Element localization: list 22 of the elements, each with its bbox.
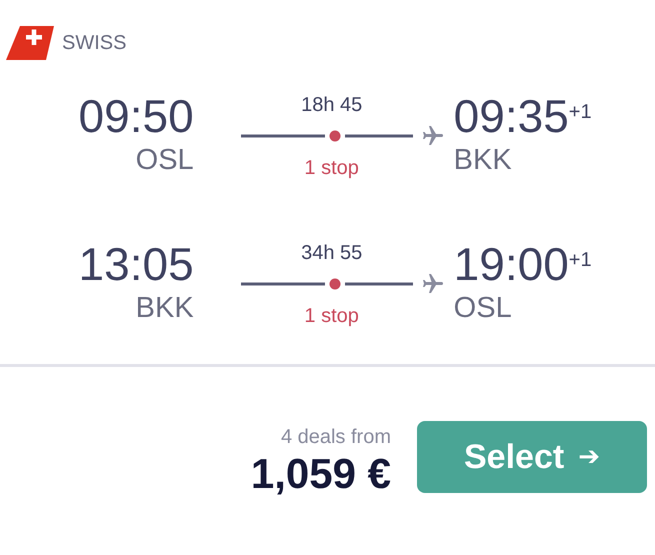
- arrival-time: 09:35: [454, 90, 569, 142]
- flight-duration: 18h 45: [301, 93, 362, 118]
- departure-airport: BKK: [136, 291, 194, 326]
- flight-duration: 34h 55: [301, 241, 362, 266]
- arrival-airport: BKK: [454, 143, 512, 178]
- day-offset: +1: [568, 101, 592, 123]
- arrow-icon: ➔: [578, 442, 600, 472]
- departure-time: 13:05: [78, 238, 194, 290]
- day-offset: +1: [568, 249, 592, 271]
- price: 1,059 €: [250, 449, 391, 499]
- arrival-time: 19:00: [454, 238, 569, 290]
- airline-logo-icon: [6, 26, 54, 60]
- arrival-airport: OSL: [454, 291, 512, 326]
- airplane-icon: [420, 124, 445, 148]
- departure-time: 09:50: [78, 90, 194, 142]
- stops-count: 1 stop: [304, 304, 359, 328]
- select-button[interactable]: Select ➔: [417, 421, 647, 493]
- deals-count: 4 deals from: [280, 426, 391, 449]
- stops-count: 1 stop: [304, 156, 359, 180]
- airline-name: SWISS: [62, 32, 126, 54]
- departure-airport: OSL: [136, 143, 194, 178]
- airplane-icon: [420, 272, 445, 296]
